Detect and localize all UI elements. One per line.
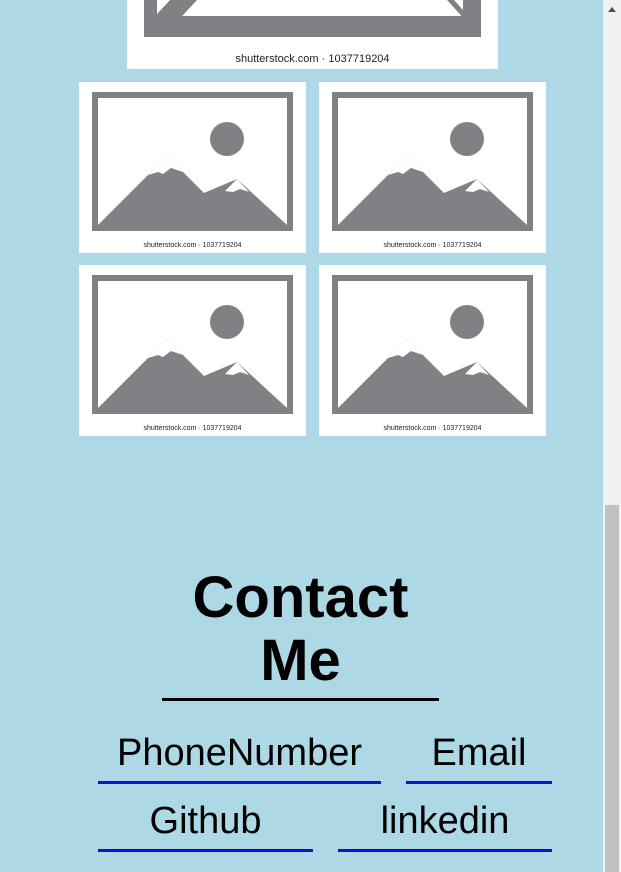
image-placeholder-icon [92,92,293,231]
vertical-scrollbar[interactable] [603,0,621,872]
phone-number-link[interactable]: PhoneNumber [98,731,381,784]
image-caption: shutterstock.com · 1037719204 [143,242,242,249]
image-placeholder-icon [332,275,533,414]
contact-heading: Contact Me [162,566,439,701]
image-placeholder-icon [332,92,533,231]
email-link[interactable]: Email [406,731,552,784]
scrollbar-thumb[interactable] [605,505,619,872]
gallery-image-top: shutterstock.com · 1037719204 [127,0,498,69]
github-link[interactable]: Github [98,799,313,852]
image-placeholder-icon [92,275,293,414]
image-caption: shutterstock.com · 1037719204 [143,425,242,432]
gallery-image: shutterstock.com · 1037719204 [319,82,546,253]
gallery-image: shutterstock.com · 1037719204 [79,82,306,253]
linkedin-link[interactable]: linkedin [338,799,552,852]
scroll-up-arrow-icon[interactable] [603,0,621,18]
gallery-image: shutterstock.com · 1037719204 [319,265,546,436]
image-caption: shutterstock.com · 1037719204 [235,53,390,65]
gallery-image: shutterstock.com · 1037719204 [79,265,306,436]
image-caption: shutterstock.com · 1037719204 [383,242,482,249]
image-caption: shutterstock.com · 1037719204 [383,425,482,432]
